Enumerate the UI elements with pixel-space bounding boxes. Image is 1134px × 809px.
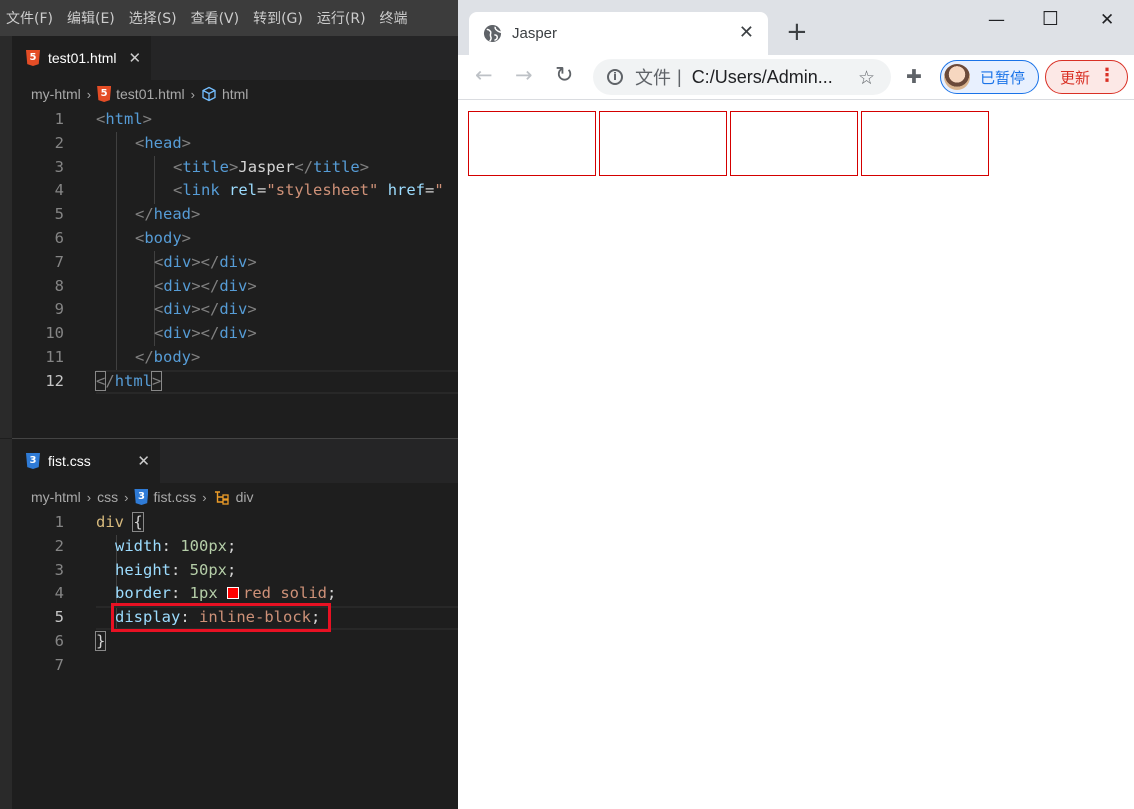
page-viewport (458, 101, 1134, 809)
color-swatch-red[interactable] (227, 587, 240, 600)
code-line: 11 </body> (45, 347, 201, 366)
breadcrumb-symbol[interactable]: div (236, 489, 254, 505)
editor-gutter-strip (0, 439, 12, 809)
breadcrumb: my-html › css › 3 fist.css › div (12, 483, 458, 511)
close-icon[interactable]: ✕ (128, 49, 141, 67)
chevron-right-icon: › (124, 489, 129, 505)
tab-title: Jasper (512, 25, 558, 42)
chevron-right-icon: › (190, 86, 195, 102)
breadcrumb: my-html › 5 test01.html › html (12, 80, 458, 108)
reload-button[interactable]: ↻ (555, 63, 573, 88)
code-editor-css[interactable]: 1 div { 2 width: 100px; 3 height: 50px; 4 bo… (12, 511, 458, 678)
rendered-div (861, 111, 989, 176)
menu-go[interactable]: 转到(G) (247, 8, 311, 28)
css3-file-icon: 3 (134, 489, 149, 505)
code-line: 3 <title>Jasper</title> (54, 157, 370, 176)
chevron-right-icon: › (202, 489, 207, 505)
code-line: 1 <html> (54, 110, 153, 128)
code-editor-html[interactable]: 1 <html> 2 <head> 3 <title>Jasper</title> 4… (12, 108, 458, 394)
chevron-right-icon: › (86, 86, 92, 102)
update-label: 更新 (1060, 68, 1091, 87)
menu-file[interactable]: 文件(F) (0, 8, 61, 28)
tab-fist-css[interactable]: 3 fist.css ✕ (12, 439, 160, 483)
breadcrumb-symbol[interactable]: html (222, 86, 248, 102)
breadcrumb-folder[interactable]: css (97, 489, 118, 505)
avatar (944, 64, 970, 90)
tab-label: fist.css (48, 453, 91, 469)
scheme-label: 文件 (635, 68, 671, 88)
editor-gutter-strip (0, 36, 12, 438)
menu-terminal[interactable]: 终端 (374, 8, 416, 28)
editor-group-css: 3 fist.css ✕ my-html › css › 3 fist.css … (12, 439, 458, 809)
chevron-right-icon: › (86, 489, 92, 505)
code-line: 9 <div></div> (54, 300, 257, 319)
menu-selection[interactable]: 选择(S) (123, 8, 185, 28)
annotation-highlight-box (111, 603, 331, 632)
code-line: 1 div { (54, 512, 144, 532)
chrome-window: Jasper ✕ + — ☐ ✕ ← → ↻ i 文件 | C:/Users/A… (458, 0, 1134, 809)
window-close-button[interactable]: ✕ (1100, 10, 1114, 30)
back-button[interactable]: ← (475, 63, 493, 87)
chrome-titlebar: Jasper ✕ + — ☐ ✕ (458, 0, 1134, 55)
html5-file-icon: 5 (26, 50, 40, 66)
code-line: 2 <head> (54, 133, 192, 152)
editor-tabbar: 5 test01.html ✕ (12, 36, 458, 80)
code-line: 4 <link rel="stylesheet" href=" (54, 181, 444, 200)
code-line: 12 </html> (45, 370, 163, 391)
bookmark-star-icon[interactable]: ☆ (858, 67, 875, 89)
code-line: 8 <div></div> (54, 276, 257, 295)
chrome-toolbar: ← → ↻ i 文件 | C:/Users/Admin... ☆ ✚ 已暂停 更… (458, 55, 1134, 100)
html5-file-icon: 5 (97, 86, 112, 102)
breadcrumb-root[interactable]: my-html (31, 86, 81, 102)
code-line: 5 </head> (54, 205, 201, 224)
rendered-div (730, 111, 858, 176)
menu-view[interactable]: 查看(V) (185, 8, 248, 28)
code-line: 3 height: 50px; (54, 560, 237, 579)
tab-test01-html[interactable]: 5 test01.html ✕ (12, 36, 152, 80)
vscode-window: 文件(F) 编辑(E) 选择(S) 查看(V) 转到(G) 运行(R) 终端 5… (0, 0, 458, 809)
info-icon[interactable]: i (607, 69, 623, 85)
rendered-div (468, 111, 596, 176)
url-separator: | (677, 66, 682, 87)
code-line: 7 (54, 655, 64, 674)
code-line: 6 <body> (54, 228, 192, 247)
rendered-div (599, 111, 727, 176)
profile-status: 已暂停 (980, 68, 1026, 87)
editor-tabbar: 3 fist.css ✕ (12, 439, 458, 483)
menu-edit[interactable]: 编辑(E) (61, 8, 123, 28)
more-menu-icon[interactable]: ⋮ (1098, 65, 1116, 86)
url-text[interactable]: C:/Users/Admin... (692, 67, 833, 88)
close-icon[interactable]: ✕ (739, 22, 754, 43)
maximize-button[interactable]: ☐ (1042, 8, 1059, 30)
code-line: 7 <div></div> (54, 252, 257, 271)
browser-tab-jasper[interactable]: Jasper ✕ (469, 12, 768, 55)
code-line: 6} (54, 630, 107, 651)
code-line: 10 <div></div> (45, 324, 257, 343)
symbol-cube-icon (202, 86, 216, 102)
close-icon[interactable]: ✕ (137, 452, 150, 470)
css-selector-icon (214, 491, 229, 505)
puzzle-extensions-icon[interactable]: ✚ (906, 66, 922, 88)
code-line: 2 width: 100px; (54, 536, 237, 555)
breadcrumb-file[interactable]: test01.html (116, 86, 184, 102)
menu-bar: 文件(F) 编辑(E) 选择(S) 查看(V) 转到(G) 运行(R) 终端 (0, 0, 458, 36)
tab-label: test01.html (48, 50, 117, 66)
profile-button[interactable]: 已暂停 (940, 60, 1039, 94)
css3-file-icon: 3 (26, 453, 40, 469)
forward-button[interactable]: → (515, 63, 533, 87)
menu-run[interactable]: 运行(R) (311, 8, 374, 28)
editor-group-html: 5 test01.html ✕ my-html › 5 test01.html … (12, 36, 458, 438)
new-tab-button[interactable]: + (786, 17, 808, 47)
breadcrumb-root[interactable]: my-html (31, 489, 81, 505)
address-bar[interactable]: i 文件 | C:/Users/Admin... (593, 59, 891, 95)
globe-icon (483, 24, 502, 43)
minimize-button[interactable]: — (988, 10, 1005, 30)
rendered-divs (468, 111, 992, 176)
breadcrumb-file[interactable]: fist.css (153, 489, 196, 505)
update-button[interactable]: 更新 ⋮ (1045, 60, 1128, 94)
